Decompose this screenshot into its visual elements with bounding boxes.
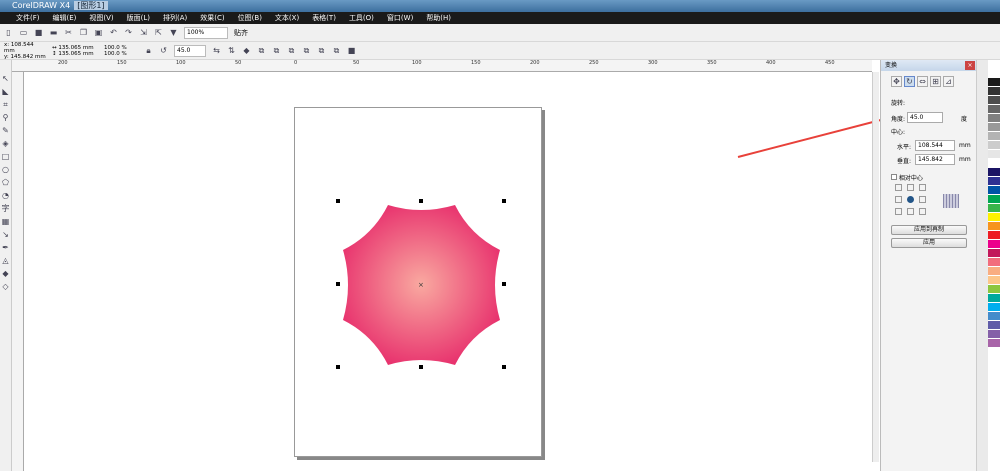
size-tab-icon[interactable]: ⊞ (930, 76, 941, 87)
color-palette (988, 78, 1000, 471)
palette-swatch[interactable] (988, 96, 1000, 105)
relative-center-checkbox[interactable] (891, 174, 897, 180)
apply-to-duplicate-button[interactable]: 应用到再制 (891, 225, 967, 235)
palette-swatch[interactable] (988, 231, 1000, 240)
position-tab-icon[interactable]: ✥ (891, 76, 902, 87)
palette-swatch[interactable] (988, 132, 1000, 141)
angle-input[interactable]: 45.0 (907, 112, 943, 123)
rotate-tab-icon[interactable]: ↻ (904, 76, 915, 87)
palette-swatch[interactable] (988, 339, 1000, 348)
horizontal-unit: mm (959, 142, 971, 149)
angle-unit: 度 (961, 116, 968, 123)
palette-swatch[interactable] (988, 195, 1000, 204)
docker-title: 变换 (885, 62, 898, 69)
vertical-label: 垂直: (897, 158, 912, 165)
transform-docker: 变换 × ✥ ↻ ⇔ ⊞ ⊿ 旋转: 角度: 45.0 度 中心: 水平: 108… (880, 60, 976, 471)
palette-swatch[interactable] (988, 186, 1000, 195)
palette-swatch[interactable] (988, 294, 1000, 303)
palette-swatch[interactable] (988, 303, 1000, 312)
palette-swatch[interactable] (988, 168, 1000, 177)
palette-swatch[interactable] (988, 105, 1000, 114)
palette-swatch[interactable] (988, 222, 1000, 231)
palette-swatch[interactable] (988, 312, 1000, 321)
selection-handle[interactable] (502, 282, 506, 286)
selection-handle[interactable] (336, 282, 340, 286)
palette-swatch[interactable] (988, 276, 1000, 285)
selection-handle[interactable] (502, 199, 506, 203)
anchor-preview-icon (943, 194, 959, 208)
palette-swatch[interactable] (988, 114, 1000, 123)
anchor-checkbox[interactable] (895, 196, 902, 203)
palette-swatch[interactable] (988, 87, 1000, 96)
palette-swatch[interactable] (988, 159, 1000, 168)
angle-label: 角度: (891, 116, 906, 123)
center-label: 中心: (891, 129, 906, 136)
anchor-checkbox[interactable] (919, 184, 926, 191)
selection-handle[interactable] (419, 365, 423, 369)
palette-swatch[interactable] (988, 240, 1000, 249)
relative-center-label: 相对中心 (898, 175, 923, 182)
anchor-checkbox[interactable] (907, 208, 914, 215)
selection-handle[interactable] (336, 365, 340, 369)
horizontal-label: 水平: (897, 144, 912, 151)
anchor-checkbox-selected[interactable] (907, 196, 914, 203)
center-marker: × (418, 281, 424, 289)
selection-handle[interactable] (502, 365, 506, 369)
palette-swatch[interactable] (988, 267, 1000, 276)
palette-swatch[interactable] (988, 258, 1000, 267)
vertical-scrollbar[interactable] (872, 72, 879, 462)
scale-tab-icon[interactable]: ⇔ (917, 76, 928, 87)
palette-swatch[interactable] (988, 249, 1000, 258)
palette-swatch[interactable] (988, 141, 1000, 150)
palette-swatch[interactable] (988, 150, 1000, 159)
anchor-checkbox[interactable] (919, 208, 926, 215)
selection-handle[interactable] (336, 199, 340, 203)
vertical-unit: mm (959, 156, 971, 163)
palette-swatch[interactable] (988, 123, 1000, 132)
palette-swatch[interactable] (988, 78, 1000, 87)
anchor-checkbox[interactable] (907, 184, 914, 191)
apply-button[interactable]: 应用 (891, 238, 967, 248)
docker-side-tabs[interactable] (976, 60, 988, 471)
palette-swatch[interactable] (988, 321, 1000, 330)
palette-swatch[interactable] (988, 177, 1000, 186)
palette-swatch[interactable] (988, 330, 1000, 339)
anchor-checkbox[interactable] (919, 196, 926, 203)
palette-swatch[interactable] (988, 285, 1000, 294)
anchor-grid (895, 184, 926, 215)
canvas-overlay: × (343, 112, 905, 365)
rotate-label: 旋转: (891, 100, 906, 107)
vertical-input[interactable]: 145.842 (915, 154, 955, 165)
skew-tab-icon[interactable]: ⊿ (943, 76, 954, 87)
horizontal-input[interactable]: 108.544 (915, 140, 955, 151)
palette-swatch[interactable] (988, 213, 1000, 222)
close-icon[interactable]: × (965, 61, 975, 70)
anchor-checkbox[interactable] (895, 184, 902, 191)
anchor-checkbox[interactable] (895, 208, 902, 215)
palette-swatch[interactable] (988, 204, 1000, 213)
selection-handle[interactable] (419, 199, 423, 203)
